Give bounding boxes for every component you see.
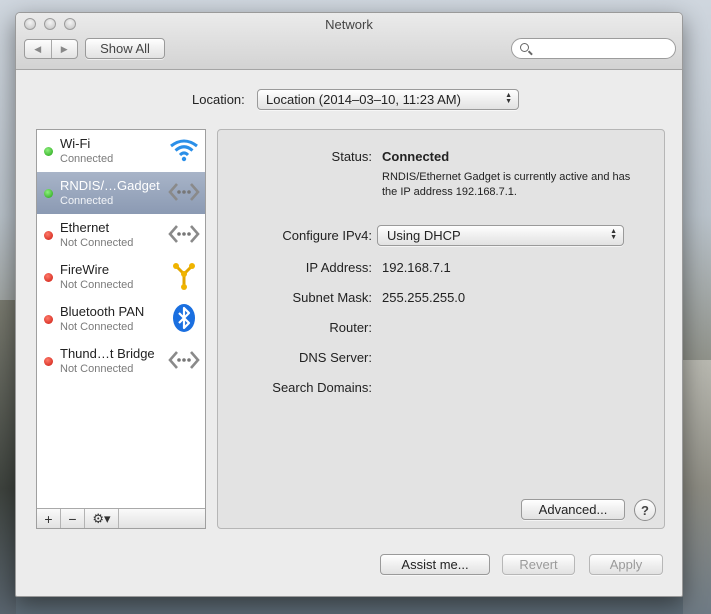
ethernet-icon (168, 176, 200, 208)
service-status: Not Connected (60, 363, 134, 375)
service-item[interactable]: RNDIS/…Gadget Connected (37, 172, 205, 214)
network-preferences-window: Network ◀ ▶ Show All Location: Location … (15, 12, 683, 597)
window-title: Network (325, 17, 373, 32)
remove-service-button[interactable]: − (61, 509, 85, 528)
service-status: Connected (60, 153, 114, 165)
router-label: Router: (329, 320, 372, 335)
dns-server-label: DNS Server: (299, 350, 372, 365)
service-name: Bluetooth PAN (60, 304, 145, 319)
help-button[interactable]: ? (634, 499, 656, 521)
back-forward-control: ◀ ▶ (24, 39, 78, 59)
forward-arrow-icon[interactable]: ▶ (50, 40, 78, 58)
apply-button[interactable]: Apply (589, 554, 663, 575)
configure-ipv4-label: Configure IPv4: (282, 228, 372, 243)
status-value: Connected (382, 149, 450, 164)
service-status: Not Connected (60, 279, 134, 291)
popup-arrows-icon: ▲ ▼ (505, 92, 512, 105)
service-name: Thund…t Bridge (60, 346, 155, 361)
service-name: Ethernet (60, 220, 110, 235)
status-dot-icon (44, 189, 53, 198)
subnet-mask-label: Subnet Mask: (292, 290, 373, 305)
subnet-mask-value: 255.255.255.0 (382, 290, 466, 305)
ethernet-icon (168, 344, 200, 376)
service-list: Wi-Fi Connected RNDIS/…Gadget Connected Ethe… (36, 129, 206, 529)
status-dot-icon (44, 273, 53, 282)
status-dot-icon (44, 315, 53, 324)
service-name: FireWire (60, 262, 110, 277)
service-item[interactable]: Thund…t Bridge Not Connected (37, 340, 205, 382)
wifi-icon (168, 134, 200, 166)
title-bar: Network ◀ ▶ Show All (16, 13, 682, 70)
status-label: Status: (331, 149, 372, 164)
back-arrow-icon[interactable]: ◀ (25, 40, 51, 58)
status-description: RNDIS/Ethernet Gadget is currently activ… (382, 171, 631, 198)
configure-ipv4-select[interactable]: Using DHCP ▲ ▼ (377, 225, 624, 246)
location-select[interactable]: Location (2014–03–10, 11:23 AM) ▲ ▼ (257, 89, 519, 110)
status-dot-icon (44, 147, 53, 156)
ip-address-value: 192.168.7.1 (382, 260, 451, 275)
desktop-background-right (683, 360, 711, 614)
search-icon (520, 43, 529, 52)
service-status: Not Connected (60, 237, 134, 249)
service-name: RNDIS/…Gadget (60, 178, 160, 193)
status-dot-icon (44, 357, 53, 366)
configure-ipv4-value: Using DHCP (387, 228, 461, 243)
service-list-toolbar: + − ⚙▾ (37, 508, 205, 528)
service-name: Wi-Fi (60, 136, 91, 151)
gear-menu-button[interactable]: ⚙▾ (85, 509, 119, 528)
firewire-icon (168, 260, 200, 292)
service-status: Connected (60, 195, 114, 207)
add-service-button[interactable]: + (37, 509, 61, 528)
status-dot-icon (44, 231, 53, 240)
ip-address-label: IP Address: (305, 260, 372, 275)
service-item[interactable]: Ethernet Not Connected (37, 214, 205, 256)
advanced-button[interactable]: Advanced... (521, 499, 625, 520)
service-item[interactable]: Bluetooth PAN Not Connected (37, 298, 205, 340)
service-item[interactable]: FireWire Not Connected (37, 256, 205, 298)
service-detail-panel: Status: Connected RNDIS/Ethernet Gadget … (217, 129, 665, 529)
show-all-button[interactable]: Show All (85, 38, 165, 59)
service-item[interactable]: Wi-Fi Connected (37, 130, 205, 172)
bluetooth-icon (168, 302, 200, 334)
desktop-background-left (0, 300, 16, 614)
assist-me-button[interactable]: Assist me... (380, 554, 490, 575)
location-value: Location (2014–03–10, 11:23 AM) (266, 92, 461, 107)
search-domains-label: Search Domains: (272, 380, 372, 395)
revert-button[interactable]: Revert (502, 554, 575, 575)
service-status: Not Connected (60, 321, 134, 333)
popup-arrows-icon: ▲ ▼ (610, 228, 617, 241)
ethernet-icon (168, 218, 200, 250)
search-field[interactable] (511, 38, 676, 59)
location-label: Location: (192, 92, 245, 107)
